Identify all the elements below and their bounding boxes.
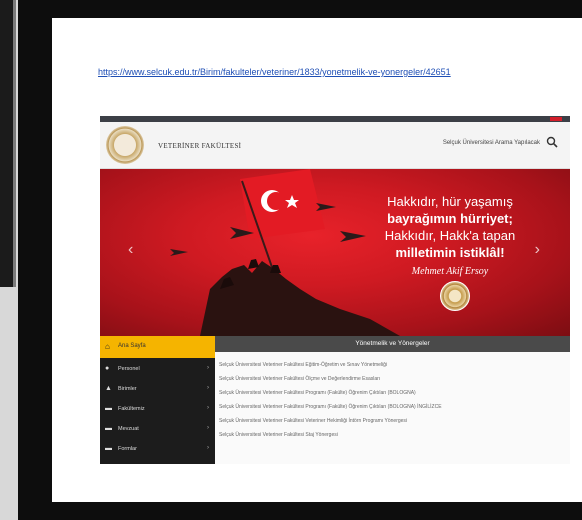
chevron-right-icon: ›: [207, 425, 209, 431]
sidebar-item-label: Fakültemiz: [118, 406, 145, 412]
banner-prev-arrow[interactable]: ‹: [128, 241, 133, 259]
search-icon[interactable]: [546, 136, 558, 148]
university-logo[interactable]: [106, 126, 144, 164]
sidebar-item-label: Personel: [118, 366, 140, 372]
website-screenshot: VETERİNER FAKÜLTESİ Selçuk Üniversitesi …: [100, 116, 570, 464]
content-heading: Yönetmelik ve Yönergeler: [355, 340, 430, 347]
sidebar-item-home[interactable]: ⌂ Ana Sayfa: [100, 336, 215, 358]
slide: https://www.selcuk.edu.tr/Birim/fakultel…: [52, 18, 582, 502]
faculty-title: VETERİNER FAKÜLTESİ: [158, 142, 242, 150]
content-list: Selçuk Üniversitesi Veteriner Fakültesi …: [215, 352, 570, 464]
regulation-link[interactable]: Selçuk Üniversitesi Veteriner Fakültesi …: [219, 432, 338, 438]
quote-signature: Mehmet Akif Ersoy: [411, 266, 489, 277]
regulation-link[interactable]: Selçuk Üniversitesi Veteriner Fakültesi …: [219, 390, 416, 396]
site-header: VETERİNER FAKÜLTESİ Selçuk Üniversitesi …: [100, 122, 570, 169]
background-window-edge: [0, 0, 14, 287]
dash-icon: ▬: [105, 425, 112, 432]
quote-line-2: bayrağımın hürriyet;: [387, 211, 513, 226]
quote-line-3: Hakkıdır, Hakk'a tapan: [384, 228, 516, 243]
flag-icon: [550, 117, 562, 121]
sidebar-item-personel[interactable]: ● Personel ›: [100, 360, 215, 380]
home-icon: ⌂: [105, 342, 110, 351]
hero-banner: ‹ › Hakkıdır, hür yaşamış bayrağımın hür…: [100, 169, 570, 336]
sidebar-item-formlar[interactable]: ▬ Formlar ›: [100, 440, 215, 460]
chevron-right-icon: ›: [207, 385, 209, 391]
dash-icon: ▬: [105, 405, 112, 412]
sidebar-item-mevzuat[interactable]: ▬ Mevzuat ›: [100, 420, 215, 440]
person-icon: ●: [105, 365, 110, 372]
slide-frame: https://www.selcuk.edu.tr/Birim/fakultel…: [18, 0, 582, 520]
sidebar-item-birimler[interactable]: ▲ Birimler ›: [100, 380, 215, 400]
source-url-link[interactable]: https://www.selcuk.edu.tr/Birim/fakultel…: [98, 67, 451, 77]
chevron-right-icon: ›: [207, 445, 209, 451]
search-label[interactable]: Selçuk Üniversitesi Arama Yapılacak: [443, 140, 540, 146]
banner-quote: Hakkıdır, hür yaşamış bayrağımın hürriye…: [350, 193, 550, 280]
quote-line-1: Hakkıdır, hür yaşamış: [387, 194, 513, 209]
sidebar-item-fakultemiz[interactable]: ▬ Fakültemiz ›: [100, 400, 215, 420]
chevron-right-icon: ›: [207, 365, 209, 371]
sidebar-item-label: Formlar: [118, 446, 137, 452]
chevron-right-icon: ›: [207, 405, 209, 411]
regulation-link[interactable]: Selçuk Üniversitesi Veteriner Fakültesi …: [219, 418, 407, 424]
regulation-link[interactable]: Selçuk Üniversitesi Veteriner Fakültesi …: [219, 362, 387, 368]
background-window-border: [13, 0, 16, 287]
quote-line-4: milletimin istiklâl!: [395, 245, 505, 260]
sidebar-item-label: Ana Sayfa: [118, 343, 146, 349]
regulation-link[interactable]: Selçuk Üniversitesi Veteriner Fakültesi …: [219, 376, 380, 382]
regulation-link[interactable]: Selçuk Üniversitesi Veteriner Fakültesi …: [219, 404, 442, 410]
sidebar-item-label: Birimler: [118, 386, 137, 392]
building-icon: ▲: [105, 385, 112, 392]
content-heading-bar: Yönetmelik ve Yönergeler: [215, 336, 570, 352]
sidebar-item-label: Mevzuat: [118, 426, 139, 432]
sidebar: ⌂ Ana Sayfa ● Personel › ▲ Birimler › ▬ …: [100, 336, 215, 464]
seal-icon: [440, 281, 470, 311]
dash-icon: ▬: [105, 445, 112, 452]
